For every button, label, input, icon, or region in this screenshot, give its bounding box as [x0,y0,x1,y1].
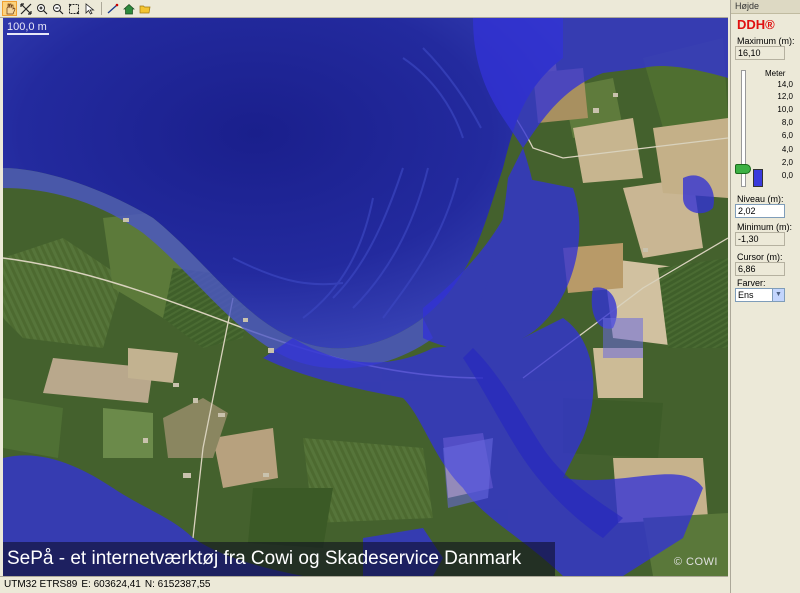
caption-banner: SePå - et internetværktøj fra Cowi og Sk… [3,542,555,576]
map-toolbar [0,0,728,18]
tick-label: 12,0 [777,92,793,101]
full-extent-button[interactable] [18,1,33,16]
chevron-down-icon[interactable]: ▼ [772,289,784,301]
measure-line-icon [107,3,118,13]
map-copyright: © COWI [673,556,718,568]
height-panel: Højde DDH® Maximum (m): 16,10 Meter 14,0… [730,0,800,593]
tick-label: 0,0 [781,171,793,180]
minimum-label: Minimum (m): [737,222,792,232]
east-coordinate: E: 603624,41 [81,579,141,590]
hand-icon [6,3,15,14]
pan-tool-button[interactable] [2,1,17,16]
cursor-field: 6,86 [735,262,785,276]
map-viewport[interactable]: 100,0 m © COWI SePå - et internetværktøj… [3,18,728,576]
tick-label: 4,0 [781,145,793,154]
select-pointer-button[interactable] [82,1,97,16]
farver-selected: Ens [738,290,754,300]
home-button[interactable] [121,1,136,16]
cursor-arrow-icon [85,2,95,15]
level-slider-thumb[interactable] [735,163,751,174]
niveau-label: Niveau (m): [737,194,784,204]
scale-bar [7,33,49,35]
tick-label: 8,0 [781,118,793,127]
zoom-in-icon [36,3,47,14]
tick-label: 2,0 [781,158,793,167]
tick-label: 14,0 [777,80,793,89]
zoom-out-icon [52,3,63,14]
farver-select[interactable]: Ens ▼ [735,288,785,302]
open-folder-button[interactable] [137,1,152,16]
zoom-box-icon [68,3,79,14]
panel-title: Højde [731,0,800,14]
toolbar-separator [101,2,102,15]
minimum-field: -1,30 [735,232,785,246]
tick-label: 6,0 [781,131,793,140]
farver-label: Farver: [737,278,766,288]
cursor-label: Cursor (m): [737,252,783,262]
expand-arrows-icon [19,2,32,15]
zoom-box-button[interactable] [66,1,81,16]
folder-icon [139,5,150,13]
zoom-in-button[interactable] [34,1,49,16]
niveau-input[interactable] [735,204,785,218]
flood-level-bar [753,168,763,187]
scale-label: 100,0 m [7,21,47,33]
maximum-field: 16,10 [735,46,785,60]
maximum-label: Maximum (m): [737,36,795,46]
north-coordinate: N: 6152387,55 [144,579,211,590]
aerial-flood-map [3,18,728,576]
meter-label: Meter [765,69,786,78]
coordinate-statusbar: UTM32 ETRS89 E: 603624,41 N: 6152387,55 [0,576,728,593]
ddh-logo: DDH® [737,17,775,32]
tick-label: 10,0 [777,105,793,114]
measure-line-button[interactable] [105,1,120,16]
zoom-out-button[interactable] [50,1,65,16]
house-icon [122,3,135,14]
crs-label: UTM32 ETRS89 [4,579,78,590]
